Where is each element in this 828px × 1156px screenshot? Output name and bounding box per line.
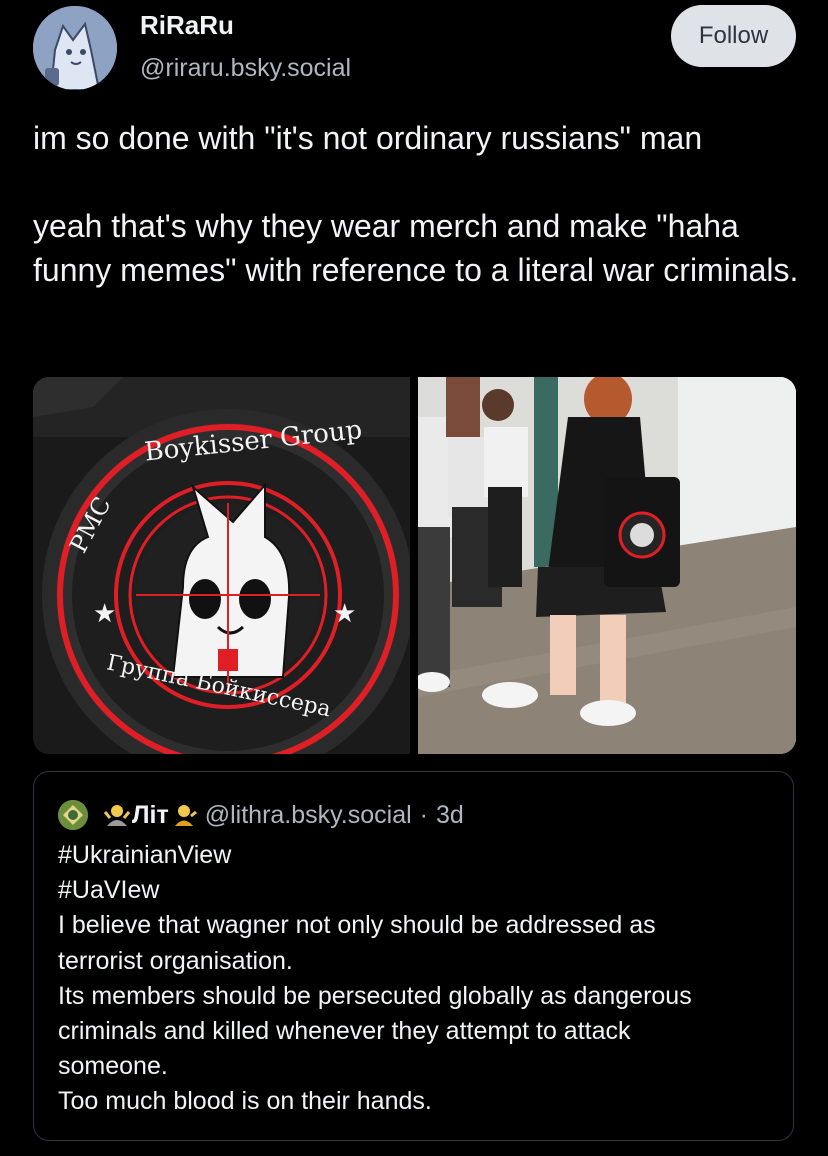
author-display-name[interactable]: RiRaRu bbox=[140, 10, 234, 41]
quoted-post-time[interactable]: 3d bbox=[436, 801, 464, 830]
quote-line: someone. bbox=[58, 1052, 168, 1081]
quote-line: I believe that wagner not only should be… bbox=[58, 911, 656, 940]
author-avatar[interactable] bbox=[33, 6, 117, 90]
quoted-post-text: #UkrainianView #UaVIew I believe that wa… bbox=[58, 838, 778, 1120]
patch-star-left: ★ bbox=[93, 599, 116, 629]
quoted-post-header: Літ @lithra.bsky.social · 3d bbox=[58, 800, 464, 830]
quote-line: Its members should be persecuted globall… bbox=[58, 981, 692, 1010]
quoted-author-handle[interactable]: @lithra.bsky.social bbox=[205, 801, 412, 830]
header-separator: · bbox=[419, 800, 428, 829]
quoted-author-name[interactable]: Літ bbox=[132, 801, 169, 830]
patch-star-right: ★ bbox=[333, 599, 356, 629]
person-tipping-hand-emoji-icon bbox=[171, 802, 197, 828]
quote-line: Too much blood is on their hands. bbox=[58, 1087, 432, 1116]
post-image-patch[interactable]: Boykisser Group PMC ★ ★ Группа Бойкиссер… bbox=[33, 377, 410, 754]
pmc-patch-image: Boykisser Group PMC ★ ★ Группа Бойкиссер… bbox=[33, 377, 410, 754]
quote-line: criminals and killed whenever they attem… bbox=[58, 1017, 631, 1046]
quoted-post-card[interactable]: Літ @lithra.bsky.social · 3d #UkrainianV… bbox=[33, 771, 794, 1141]
follow-button[interactable]: Follow bbox=[671, 5, 796, 67]
quote-line[interactable]: #UaVIew bbox=[58, 873, 778, 908]
quote-line[interactable]: #UkrainianView bbox=[58, 838, 778, 873]
person-shrugging-emoji-icon bbox=[103, 802, 131, 828]
quoted-author-avatar[interactable] bbox=[58, 800, 88, 830]
post-text: im so done with "it's not ordinary russi… bbox=[33, 116, 803, 292]
quote-line: terrorist organisation. bbox=[58, 946, 293, 975]
post-paragraph: yeah that's why they wear merch and make… bbox=[33, 208, 799, 288]
post-paragraph: im so done with "it's not ordinary russi… bbox=[33, 120, 703, 156]
cartoon-cat-avatar-icon bbox=[33, 6, 117, 90]
author-handle[interactable]: @riraru.bsky.social bbox=[140, 54, 351, 83]
post-image-photo[interactable] bbox=[418, 377, 796, 754]
schoolgirls-hallway-image bbox=[418, 377, 796, 754]
globe-leaf-avatar-icon bbox=[58, 800, 88, 830]
